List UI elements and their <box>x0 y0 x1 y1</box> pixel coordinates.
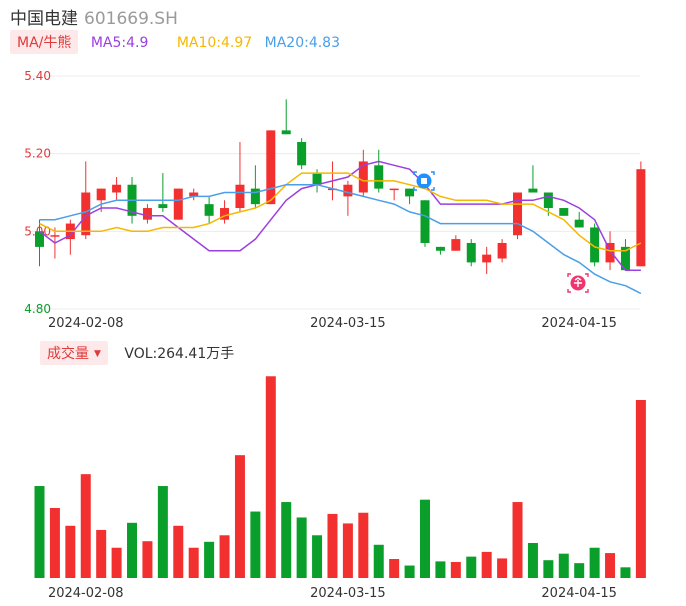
volume-bar <box>142 541 153 578</box>
volume-bar <box>605 553 616 578</box>
volume-bar <box>49 507 60 578</box>
volume-bar <box>234 455 245 578</box>
volume-bar <box>265 376 276 578</box>
volume-bar <box>173 525 184 578</box>
pink-bull-icon[interactable] <box>567 273 589 293</box>
volume-bar <box>527 542 538 578</box>
volume-bar <box>111 547 122 578</box>
volume-bar <box>296 517 307 578</box>
candle-body <box>50 235 60 237</box>
volume-bar <box>219 535 230 578</box>
volume-bar <box>80 474 91 578</box>
volume-bar <box>342 523 353 578</box>
candle-body <box>266 130 276 205</box>
candle-body <box>559 208 569 216</box>
date-tick-label: 2024-02-08 <box>48 316 124 331</box>
volume-bar <box>435 561 446 578</box>
y-tick-label: 4.80 <box>24 302 51 316</box>
candle-body <box>343 184 353 197</box>
volume-bar <box>389 559 400 578</box>
volume-bar <box>574 563 585 578</box>
volume-bar <box>188 547 199 578</box>
volume-bar <box>34 486 45 578</box>
volume-bar <box>96 529 107 578</box>
volume-bar <box>620 567 631 578</box>
volume-bar <box>420 499 430 578</box>
date-tick-label: 2024-03-15 <box>310 316 386 331</box>
y-tick-label: 5.40 <box>24 69 51 83</box>
date-tick-label: 2024-04-15 <box>541 316 617 331</box>
candle-body <box>204 204 214 216</box>
volume-date-tick-label: 2024-02-08 <box>48 586 124 601</box>
volume-bar <box>481 551 492 578</box>
candle-body <box>451 239 461 251</box>
volume-bar <box>497 558 508 578</box>
price-axis: 5.405.205.004.80 <box>24 69 51 316</box>
volume-bar <box>635 400 646 578</box>
volume-bar <box>466 556 477 578</box>
volume-bar <box>157 486 168 578</box>
candle-body <box>497 242 507 259</box>
candle-body <box>389 188 399 191</box>
volume-date-axis: 2024-02-08 2024-03-15 2024-04-15 <box>48 586 617 601</box>
volume-bars <box>34 376 646 578</box>
y-tick-label: 5.20 <box>24 147 51 161</box>
stock-chart: 5.405.205.004.80 2024-02-082024-03-15202… <box>24 69 646 601</box>
candle-body <box>297 142 307 166</box>
candle-body <box>513 192 523 236</box>
volume-bar <box>65 525 76 578</box>
candle-body <box>466 242 476 263</box>
candle-body <box>235 184 245 209</box>
volume-bar <box>558 553 569 578</box>
volume-bar <box>450 561 461 578</box>
volume-bar <box>204 541 215 578</box>
volume-bar <box>312 535 323 578</box>
candle-body <box>142 208 152 220</box>
ma-lines <box>39 160 642 295</box>
candle-body <box>636 169 646 267</box>
candle-body <box>158 204 168 209</box>
volume-bar <box>512 502 523 578</box>
candle-body <box>435 246 445 251</box>
volume-bar <box>589 547 600 578</box>
candle-body <box>112 184 122 193</box>
volume-date-tick-label: 2024-03-15 <box>310 586 386 601</box>
candle-body <box>528 188 538 193</box>
volume-bar <box>358 512 369 578</box>
candle-body <box>405 188 415 197</box>
volume-bar <box>327 513 338 578</box>
volume-bar <box>404 565 415 578</box>
candle-body <box>574 219 584 228</box>
volume-bar <box>373 544 384 578</box>
volume-date-tick-label: 2024-04-15 <box>541 586 617 601</box>
candle-body <box>96 188 106 201</box>
volume-bar <box>281 502 292 578</box>
candle-body <box>374 165 384 189</box>
candle-body <box>482 254 492 263</box>
candle-body <box>173 188 183 220</box>
candle-body <box>281 130 291 135</box>
volume-bar <box>543 560 554 578</box>
candle-body <box>312 173 322 185</box>
date-axis: 2024-02-08 2024-03-15 2024-04-15 <box>48 316 617 331</box>
volume-bar <box>127 522 138 578</box>
volume-bar <box>250 511 261 578</box>
candle-body <box>543 192 553 209</box>
candle-body <box>420 200 430 243</box>
